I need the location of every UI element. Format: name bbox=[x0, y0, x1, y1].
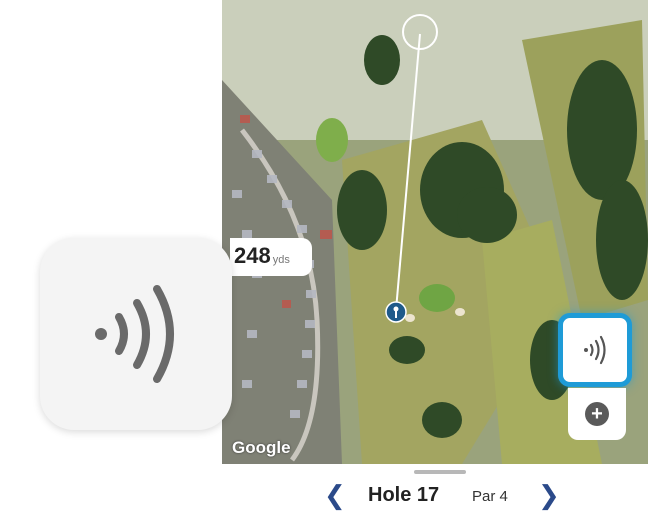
next-hole-button[interactable]: ❯ bbox=[538, 480, 560, 511]
hole-title: Hole 17 bbox=[368, 484, 440, 506]
rangefinder-icon-callout bbox=[40, 238, 232, 430]
distance-unit: yds bbox=[272, 254, 290, 266]
plus-icon: + bbox=[585, 402, 609, 426]
hole-navigation: ❮ Hole 17 Par 4 ❯ bbox=[222, 478, 648, 512]
rangefinder-signal-icon bbox=[584, 335, 606, 365]
distance-label: 248 yds bbox=[230, 238, 312, 276]
previous-hole-button[interactable]: ❮ bbox=[324, 480, 346, 511]
distance-value: 248 bbox=[234, 243, 271, 268]
add-button[interactable]: + bbox=[568, 388, 626, 440]
rangefinder-button[interactable] bbox=[558, 313, 632, 387]
tee-marker-icon[interactable] bbox=[385, 301, 407, 323]
sheet-drag-handle[interactable] bbox=[414, 470, 466, 474]
par-label: Par 4 bbox=[472, 488, 508, 505]
google-attribution: Google bbox=[232, 438, 291, 457]
rangefinder-signal-icon bbox=[95, 285, 174, 383]
